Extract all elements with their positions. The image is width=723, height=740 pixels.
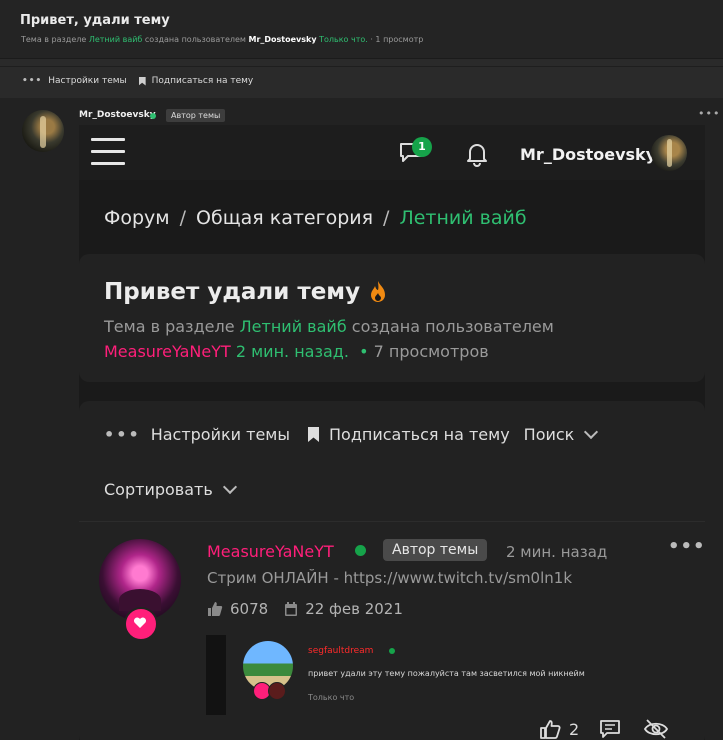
breadcrumb-item: Летний вайб (399, 207, 527, 229)
embedded-username: Mr_Dostoevsky (520, 145, 657, 164)
chat-count-badge: 1 (412, 137, 432, 157)
topic-views: · 1 просмотр (370, 35, 424, 44)
author-link: MeasureYaNeYT (104, 342, 231, 361)
post-actions: 2 (539, 719, 677, 739)
breadcrumb: Форум / Общая категория / Летний вайб (104, 207, 527, 229)
inner-message: привет удали эту тему пожалуйста там зас… (308, 669, 585, 678)
embedded-topic-title: Привет удали тему (104, 279, 361, 305)
divider (79, 521, 705, 522)
thumbs-up-icon (208, 602, 223, 616)
topic-settings-button: Настройки темы (150, 425, 290, 444)
reply-icon (600, 720, 621, 738)
avatar[interactable] (22, 110, 64, 152)
sort-dropdown: Сортировать (104, 479, 237, 499)
bookmark-icon (308, 427, 319, 442)
like-icon (540, 720, 561, 739)
like-count: 2 (569, 719, 580, 739)
post-menu-icon[interactable]: ••• (698, 107, 720, 120)
embedded-toolbar: ••• Настройки темы Подписаться на тему П… (104, 424, 599, 444)
section-link[interactable]: Летний вайб (89, 35, 143, 44)
more-dots-icon: ••• (104, 425, 141, 444)
post-time: 2 мин. назад (506, 543, 608, 561)
online-indicator (355, 545, 366, 556)
meta-created-by: создана пользователем (144, 35, 246, 44)
breadcrumb-item: Общая категория (196, 207, 374, 229)
menu-icon (91, 138, 125, 166)
bell-icon (467, 144, 487, 167)
post-stats: 6078 22 фев 2021 (207, 600, 403, 618)
meta-created-by: создана пользователем (351, 317, 554, 336)
calendar-icon (285, 601, 298, 616)
section-link: Летний вайб (239, 317, 347, 336)
breadcrumb-separator: / (179, 207, 187, 229)
search-button: Поиск (523, 425, 575, 444)
topic-title: Привет, удали тему (20, 13, 170, 28)
subscribe-button[interactable]: Подписаться на тему (152, 76, 254, 86)
post-author: MeasureYaNeYT (207, 542, 334, 561)
embedded-topic-meta: Тема в разделе Летний вайб создана польз… (104, 317, 554, 336)
embedded-topic-meta-2: MeasureYaNeYT 2 мин. назад. • 7 просмотр… (104, 342, 489, 361)
topic-views: 7 просмотров (373, 342, 489, 361)
likes-count: 6078 (230, 600, 269, 618)
user-badge-icon (268, 682, 286, 700)
breadcrumb-separator: / (383, 207, 390, 229)
breadcrumb-item: Форум (104, 207, 170, 229)
chevron-down-icon (584, 424, 599, 440)
topic-header: Привет, удали тему Тема в разделе Летний… (0, 0, 723, 59)
post-author[interactable]: Mr_Dostoevsky (79, 110, 156, 120)
author-link[interactable]: Mr_Dostoevsky (248, 35, 316, 44)
inner-time: Только что (308, 693, 355, 702)
more-dots-icon[interactable]: ••• (22, 76, 42, 86)
topic-meta: Тема в разделе Летний вайб создана польз… (21, 35, 423, 44)
author-badge: Автор темы (383, 539, 488, 561)
quote-bar (206, 635, 226, 715)
author-badge: Автор темы (166, 109, 226, 122)
post-menu-icon: ••• (668, 536, 705, 557)
embedded-avatar (651, 135, 687, 171)
divider (0, 66, 723, 67)
subscribe-button: Подписаться на тему (329, 425, 510, 444)
sort-label: Сортировать (104, 480, 213, 499)
online-indicator (150, 113, 156, 119)
registration-date: 22 фев 2021 (305, 600, 403, 618)
topic-time: 2 мин. назад. (235, 342, 349, 361)
eye-off-icon (644, 719, 669, 739)
embedded-screenshot: 1 Mr_Dostoevsky Форум / Общая категория / Ле… (79, 125, 705, 740)
online-indicator (389, 648, 395, 654)
views-dot: • (354, 342, 369, 361)
topic-time: Только что. (319, 35, 368, 44)
bookmark-icon (138, 76, 146, 86)
meta-prefix: Тема в разделе (21, 35, 87, 44)
post-signature: Стрим ОНЛАЙН - https://www.twitch.tv/sm0… (207, 569, 573, 587)
meta-prefix: Тема в разделе (104, 317, 235, 336)
chevron-down-icon (222, 479, 237, 495)
inner-author: segfaultdream (308, 646, 374, 656)
topic-toolbar: ••• Настройки темы Подписаться на тему (22, 76, 253, 86)
topic-settings-button[interactable]: Настройки темы (48, 76, 126, 86)
heart-badge-icon (124, 607, 158, 641)
fire-icon (371, 281, 385, 302)
